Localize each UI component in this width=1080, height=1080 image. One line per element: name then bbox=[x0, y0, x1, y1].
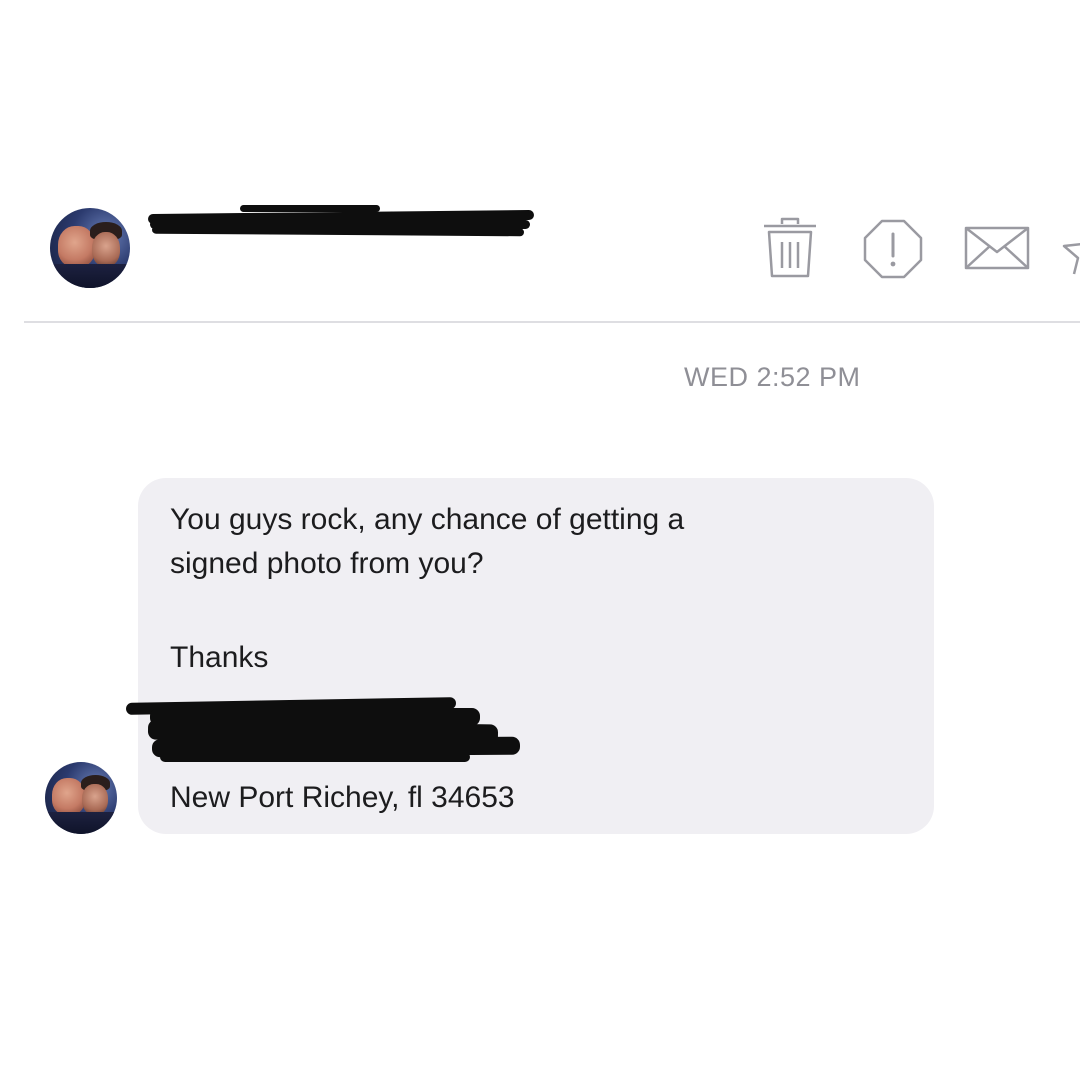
message-timestamp: WED 2:52 PM bbox=[684, 362, 861, 392]
message-text-line-2: signed photo from you? bbox=[170, 547, 484, 580]
message-text-line-3: Thanks bbox=[170, 641, 269, 674]
message-text-address: New Port Richey, fl 34653 bbox=[170, 781, 515, 814]
message-text-line-1: You guys rock, any chance of getting a bbox=[170, 503, 685, 536]
trash-icon[interactable] bbox=[760, 216, 820, 280]
sender-avatar[interactable] bbox=[45, 762, 117, 834]
star-icon[interactable] bbox=[1062, 222, 1080, 278]
contact-avatar[interactable] bbox=[50, 208, 130, 288]
mail-icon[interactable] bbox=[964, 226, 1030, 270]
header-divider bbox=[24, 321, 1080, 323]
conversation-header bbox=[0, 0, 1080, 322]
report-icon[interactable] bbox=[862, 218, 924, 280]
